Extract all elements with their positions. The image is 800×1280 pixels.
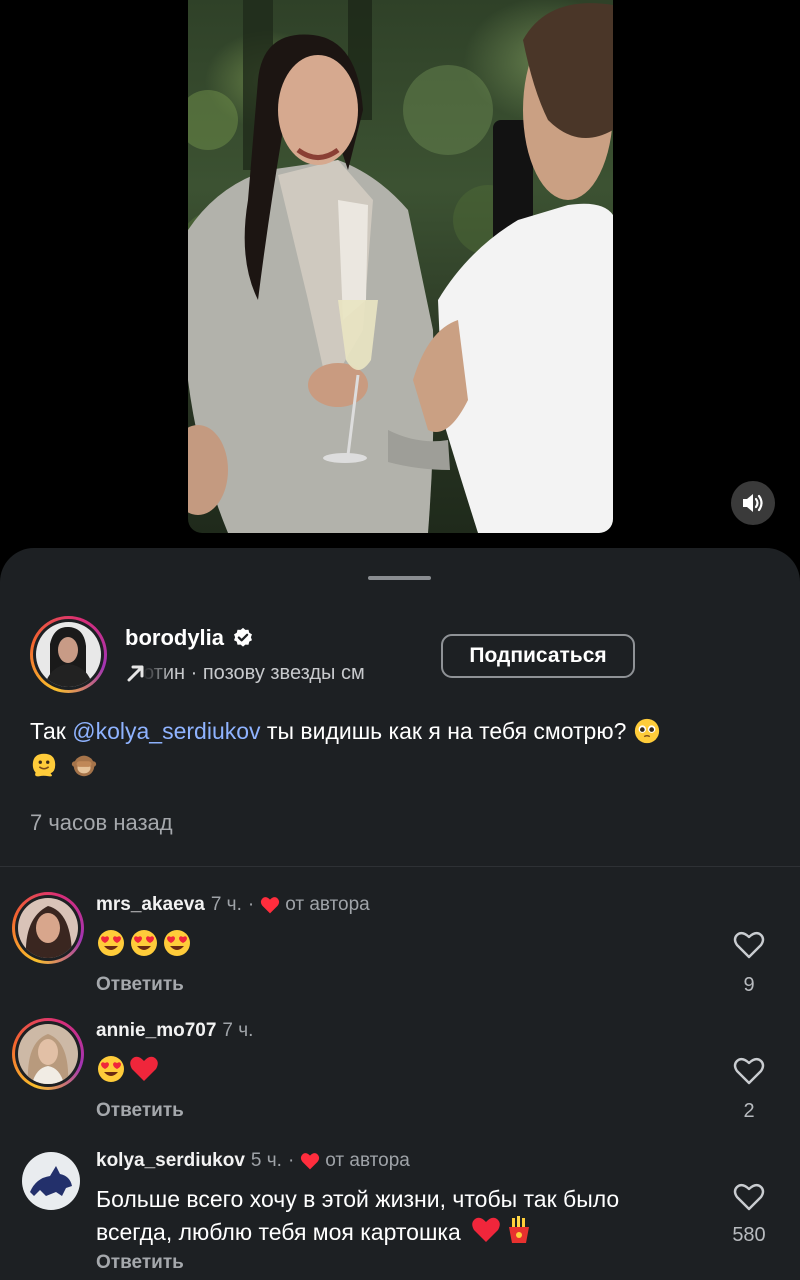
liked-by-author-heart-icon (261, 897, 280, 914)
liked-by-author-heart-icon (301, 1153, 320, 1170)
post-timestamp: 7 часов назад (30, 810, 173, 835)
sound-toggle-button[interactable] (731, 481, 775, 525)
like-count: 9 (743, 974, 755, 996)
caption-mention-link[interactable]: @kolya_serdiukov (72, 718, 260, 744)
author-avatar-image (44, 626, 93, 687)
follow-button[interactable]: Подписаться (441, 634, 635, 678)
comment-time: 7 ч. (222, 1020, 254, 1041)
section-divider (0, 866, 800, 867)
audio-track-title: отин · позову звезды см (143, 661, 365, 684)
comments-sheet: borodylia отин · позову звезды см Подпис… (0, 548, 800, 1280)
pleading-face-emoji-icon (634, 718, 659, 744)
commenter-avatar-image (30, 1166, 72, 1196)
red-heart-emoji-icon (472, 1217, 500, 1242)
comment-text (96, 928, 696, 961)
author-avatar[interactable] (30, 616, 107, 693)
comment-text: Больше всего хочу в этой жизни, чтобы та… (96, 1184, 676, 1248)
comment-meta: kolya_serdiukov 5 ч. · от автора (96, 1150, 410, 1172)
comment-username[interactable]: annie_mo707 (96, 1020, 216, 1042)
commenter-avatar[interactable] (12, 1018, 84, 1090)
sheet-drag-handle[interactable] (368, 576, 431, 580)
heart-eyes-emoji-icon (98, 1056, 124, 1082)
liked-by-author-label: от автора (285, 894, 370, 915)
verified-badge-icon (234, 627, 252, 647)
like-count: 2 (743, 1100, 755, 1122)
comment-meta: annie_mo707 7 ч. (96, 1020, 253, 1042)
heart-icon[interactable] (733, 1056, 765, 1086)
speaker-icon (743, 494, 763, 512)
heart-eyes-emoji-icon (98, 930, 124, 956)
comment-meta-separator: · (247, 894, 255, 915)
comment-time: 5 ч. (250, 1150, 282, 1171)
heart-eyes-emoji-icon (164, 930, 190, 956)
commenter-avatar-image (27, 1034, 69, 1084)
commenter-avatar[interactable] (22, 1152, 80, 1210)
author-username[interactable]: borodylia (125, 625, 254, 651)
comment-text-body: Больше всего хочу в этой жизни, чтобы та… (96, 1186, 620, 1245)
melting-face-emoji-icon (32, 753, 56, 777)
comment-username[interactable]: mrs_akaeva (96, 894, 205, 916)
reel-video[interactable] (188, 0, 613, 533)
like-count: 580 (732, 1224, 766, 1246)
caption-prefix: Так (30, 718, 73, 744)
comment-meta: mrs_akaeva 7 ч. · от автора (96, 894, 370, 916)
commenter-avatar[interactable] (12, 892, 84, 964)
heart-icon[interactable] (733, 930, 765, 960)
video-area (0, 0, 800, 560)
reply-button[interactable]: Ответить (96, 974, 184, 996)
post-caption: Так @kolya_serdiukov ты видишь как я на … (30, 714, 770, 782)
reply-button[interactable]: Ответить (96, 1252, 184, 1274)
post-author-row: borodylia отин · позову звезды см Подпис… (30, 616, 770, 696)
caption-suffix: ты видишь как я на тебя смотрю? (260, 718, 627, 744)
comment-text (96, 1054, 696, 1087)
comment-time: 7 ч. (210, 894, 242, 915)
heart-eyes-emoji-icon (131, 930, 157, 956)
audio-track[interactable]: отин · позову звезды см (125, 659, 425, 687)
author-name-text[interactable]: borodylia (125, 625, 224, 651)
comment-username[interactable]: kolya_serdiukov (96, 1150, 245, 1172)
heart-icon[interactable] (733, 1182, 765, 1212)
red-heart-emoji-icon (130, 1056, 158, 1081)
comment-meta-separator: · (287, 1150, 295, 1171)
reply-button[interactable]: Ответить (96, 1100, 184, 1122)
see-no-evil-monkey-emoji-icon (72, 755, 97, 777)
liked-by-author-label: от автора (325, 1150, 410, 1171)
commenter-avatar-image (25, 906, 72, 958)
video-frame-illustration (188, 0, 613, 533)
french-fries-emoji-icon (509, 1216, 530, 1243)
